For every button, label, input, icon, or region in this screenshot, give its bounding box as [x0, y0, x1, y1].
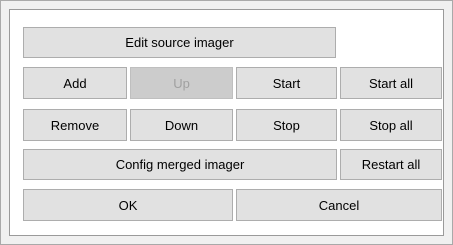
up-button: Up	[130, 67, 233, 99]
start-button[interactable]: Start	[236, 67, 337, 99]
down-button[interactable]: Down	[130, 109, 233, 141]
add-button[interactable]: Add	[23, 67, 127, 99]
ok-button[interactable]: OK	[23, 189, 233, 221]
restart-all-button[interactable]: Restart all	[340, 149, 442, 180]
edit-source-imager-button[interactable]: Edit source imager	[23, 27, 336, 58]
config-merged-imager-button[interactable]: Config merged imager	[23, 149, 337, 180]
stop-all-button[interactable]: Stop all	[340, 109, 442, 141]
imager-dialog: Edit source imager Add Up Start Start al…	[0, 0, 453, 245]
stop-button[interactable]: Stop	[236, 109, 337, 141]
start-all-button[interactable]: Start all	[340, 67, 442, 99]
remove-button[interactable]: Remove	[23, 109, 127, 141]
cancel-button[interactable]: Cancel	[236, 189, 442, 221]
